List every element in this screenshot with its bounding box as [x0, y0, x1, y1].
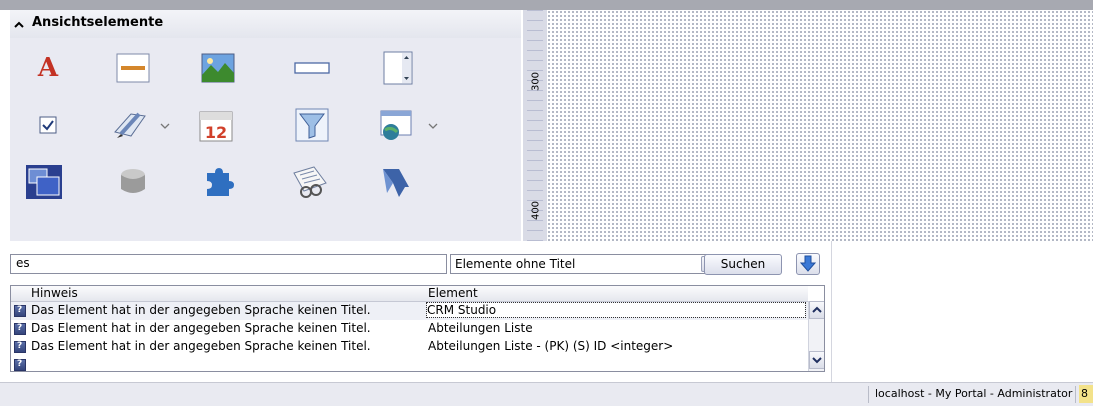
connection-status: localhost - My Portal - Administrator [875, 387, 1073, 400]
table-row[interactable]: Das Element hat in der angegeben Sprache… [11, 302, 808, 320]
status-bar: localhost - My Portal - Administrator 8 [0, 382, 1093, 406]
collapse-chevron-icon[interactable] [14, 20, 24, 30]
checkbox-icon[interactable] [28, 105, 68, 145]
view-elements-palette: Ansichtselemente A 12 [10, 10, 521, 241]
cube-icon[interactable] [113, 162, 153, 202]
filter-select[interactable]: Elemente ohne Titel [450, 254, 720, 274]
image-icon[interactable] [198, 48, 238, 88]
chevron-down-icon[interactable] [160, 121, 170, 131]
row-hint: Das Element hat in der angegeben Sprache… [31, 339, 371, 353]
results-table: Hinweis Element Das Element hat in der a… [10, 285, 825, 372]
text-icon[interactable]: A [28, 48, 68, 88]
top-strip [0, 0, 1093, 10]
row-element: CRM Studio [426, 302, 806, 318]
svg-text:12: 12 [205, 123, 227, 142]
scroll-down-button[interactable] [809, 351, 824, 369]
chevron-down-icon[interactable] [428, 121, 438, 131]
properties-pane [831, 241, 1093, 382]
download-button[interactable] [796, 253, 820, 275]
search-input[interactable]: es [10, 254, 447, 274]
chevron-down-icon [812, 357, 822, 364]
calendar-icon[interactable]: 12 [196, 105, 236, 145]
design-canvas[interactable] [547, 10, 1093, 241]
ruler-label: 400 [530, 200, 542, 221]
table-row[interactable]: Das Element hat in der angegeben Sprache… [11, 320, 808, 338]
row-element: Abteilungen Liste - (PK) (S) ID <integer… [428, 339, 674, 353]
status-separator [1075, 386, 1076, 403]
ribbon-icon[interactable] [376, 162, 416, 202]
filter-icon[interactable] [292, 105, 332, 145]
ruler-label: 300 [530, 71, 542, 92]
line-icon[interactable] [113, 48, 153, 88]
table-header: Hinweis Element [11, 286, 808, 302]
info-icon [14, 341, 26, 353]
vertical-ruler: 300 400 [523, 10, 547, 241]
arrow-down-icon [799, 255, 817, 272]
grid-icon[interactable] [376, 105, 416, 145]
info-icon [14, 359, 26, 371]
textbox-icon[interactable] [292, 48, 332, 88]
row-element: Abteilungen Liste [428, 321, 533, 335]
container-icon[interactable] [24, 162, 64, 202]
listbox-icon[interactable] [378, 48, 418, 88]
palette-title: Ansichtselemente [32, 15, 164, 30]
table-row-partial[interactable] [11, 356, 808, 371]
info-icon [14, 305, 26, 317]
chevron-up-icon [812, 306, 822, 313]
puzzle-icon[interactable] [198, 162, 238, 202]
search-button[interactable]: Suchen [704, 254, 782, 275]
status-separator [868, 386, 869, 403]
table-row[interactable]: Das Element hat in der angegeben Sprache… [11, 338, 808, 356]
table-scrollbar[interactable] [808, 301, 824, 371]
column-header-element[interactable]: Element [428, 286, 478, 301]
filter-select-value: Elemente ohne Titel [455, 257, 576, 271]
report-icon[interactable] [290, 162, 330, 202]
palette-header[interactable]: Ansichtselemente [10, 10, 521, 38]
scroll-up-button[interactable] [809, 301, 824, 319]
row-hint: Das Element hat in der angegeben Sprache… [31, 303, 371, 317]
info-icon [14, 323, 26, 335]
row-hint: Das Element hat in der angegeben Sprache… [31, 321, 371, 335]
column-header-hint[interactable]: Hinweis [31, 286, 78, 301]
status-indicator: 8 [1079, 385, 1093, 403]
edit-icon[interactable] [110, 105, 150, 145]
